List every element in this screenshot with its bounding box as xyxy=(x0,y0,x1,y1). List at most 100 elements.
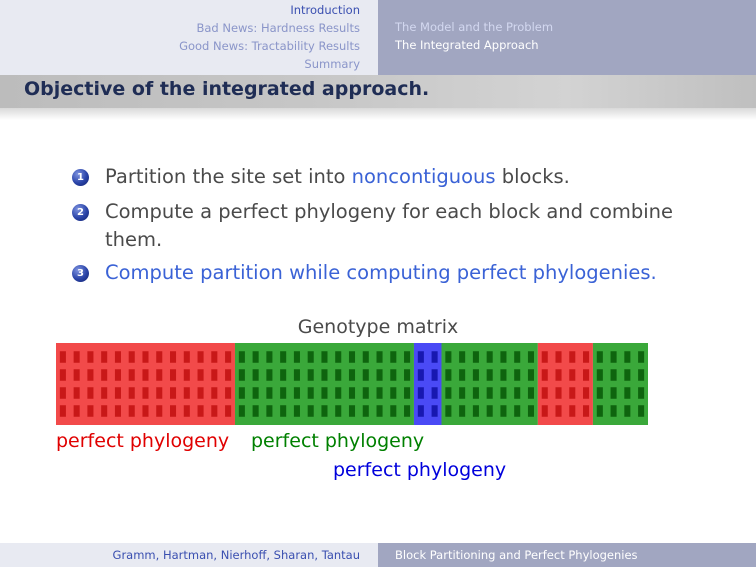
matrix-cell xyxy=(280,387,287,399)
nav-section-good-news[interactable]: Good News: Tractability Results xyxy=(179,39,360,53)
matrix-cell xyxy=(266,387,273,399)
matrix-cell xyxy=(280,369,287,381)
matrix-cell xyxy=(73,405,80,417)
matrix-cell xyxy=(404,387,411,399)
matrix-cell xyxy=(541,405,548,417)
matrix-cell xyxy=(238,387,245,399)
matrix-cell xyxy=(555,351,562,363)
matrix-cell xyxy=(417,405,424,417)
matrix-cell xyxy=(445,351,452,363)
matrix-cell xyxy=(128,405,135,417)
matrix-cell xyxy=(101,387,108,399)
matrix-cell xyxy=(335,405,342,417)
matrix-cell xyxy=(197,405,204,417)
matrix-cell xyxy=(417,351,424,363)
matrix-cell xyxy=(514,405,521,417)
matrix-cell xyxy=(128,369,135,381)
matrix-cell xyxy=(87,405,94,417)
list-item-3-text: Compute partition while computing perfec… xyxy=(105,261,657,284)
matrix-cell xyxy=(169,369,177,381)
matrix-cell xyxy=(293,405,300,417)
matrix-cell xyxy=(293,351,300,363)
matrix-cell xyxy=(156,369,163,381)
matrix-cell xyxy=(569,405,576,417)
list-item-1-highlight: noncontiguous xyxy=(351,165,496,188)
matrix-cell xyxy=(459,405,466,417)
matrix-cell xyxy=(266,405,273,417)
matrix-cell xyxy=(335,351,342,363)
matrix-cell xyxy=(527,387,535,399)
matrix-cell xyxy=(156,351,163,363)
genotype-matrix xyxy=(56,343,648,425)
matrix-cell xyxy=(445,387,452,399)
matrix-cell xyxy=(293,387,300,399)
matrix-cell xyxy=(252,387,259,399)
matrix-cell xyxy=(610,405,617,417)
matrix-cell xyxy=(610,387,617,399)
nav-section-bad-news[interactable]: Bad News: Hardness Results xyxy=(196,21,360,35)
matrix-cell xyxy=(335,387,342,399)
matrix-cell xyxy=(101,369,108,381)
matrix-cell xyxy=(500,369,507,381)
matrix-cell xyxy=(596,369,603,381)
matrix-cell xyxy=(142,351,149,363)
footer-title-panel: Block Partitioning and Perfect Phylogeni… xyxy=(378,543,756,567)
matrix-cell xyxy=(445,405,452,417)
matrix-cell xyxy=(307,369,314,381)
matrix-cell xyxy=(638,405,645,417)
matrix-cell xyxy=(500,351,507,363)
matrix-cell xyxy=(527,351,535,363)
matrix-cell xyxy=(555,387,562,399)
matrix-cell xyxy=(472,369,479,381)
header-subsections-panel: The Model and the Problem The Integrated… xyxy=(378,0,756,75)
matrix-cell xyxy=(238,351,245,363)
matrix-cell xyxy=(514,351,521,363)
matrix-cell xyxy=(225,405,232,417)
nav-subsection-integrated[interactable]: The Integrated Approach xyxy=(395,38,539,52)
matrix-cell xyxy=(362,387,369,399)
nav-section-introduction[interactable]: Introduction xyxy=(290,3,360,17)
list-item-1-text: Partition the site set into noncontiguou… xyxy=(105,163,570,191)
matrix-cell xyxy=(472,387,479,399)
matrix-cell xyxy=(321,351,328,363)
matrix-cell xyxy=(142,369,149,381)
nav-subsection-model[interactable]: The Model and the Problem xyxy=(395,20,553,34)
matrix-cell xyxy=(362,405,369,417)
matrix-cell xyxy=(183,351,190,363)
matrix-cell xyxy=(59,369,66,381)
matrix-cell xyxy=(583,369,590,381)
matrix-cell xyxy=(417,387,424,399)
matrix-cell xyxy=(197,387,204,399)
matrix-cell xyxy=(169,387,177,399)
matrix-cell xyxy=(390,387,397,399)
matrix-cell xyxy=(459,351,466,363)
matrix-cell xyxy=(596,405,603,417)
matrix-cell xyxy=(431,387,438,399)
matrix-cell xyxy=(252,369,259,381)
matrix-cell xyxy=(459,387,466,399)
matrix-cell xyxy=(114,405,121,417)
matrix-cell xyxy=(610,351,617,363)
matrix-cell xyxy=(362,369,369,381)
list-item-2-line2: them. xyxy=(105,228,163,251)
matrix-cell xyxy=(390,369,397,381)
matrix-cell xyxy=(183,387,190,399)
matrix-cell xyxy=(624,387,631,399)
matrix-title: Genotype matrix xyxy=(297,316,459,338)
matrix-cell xyxy=(87,369,94,381)
matrix-cell xyxy=(638,351,645,363)
matrix-cell xyxy=(569,369,576,381)
matrix-cell xyxy=(583,405,590,417)
matrix-cell xyxy=(541,351,548,363)
matrix-cell xyxy=(472,351,479,363)
matrix-cell xyxy=(114,351,121,363)
matrix-cell xyxy=(527,405,535,417)
matrix-cell xyxy=(321,387,328,399)
matrix-cell xyxy=(376,405,383,417)
matrix-cell xyxy=(225,387,232,399)
matrix-cell xyxy=(197,351,204,363)
nav-section-summary[interactable]: Summary xyxy=(304,57,360,71)
matrix-cell xyxy=(459,369,466,381)
matrix-cell xyxy=(183,405,190,417)
matrix-cell xyxy=(293,369,300,381)
